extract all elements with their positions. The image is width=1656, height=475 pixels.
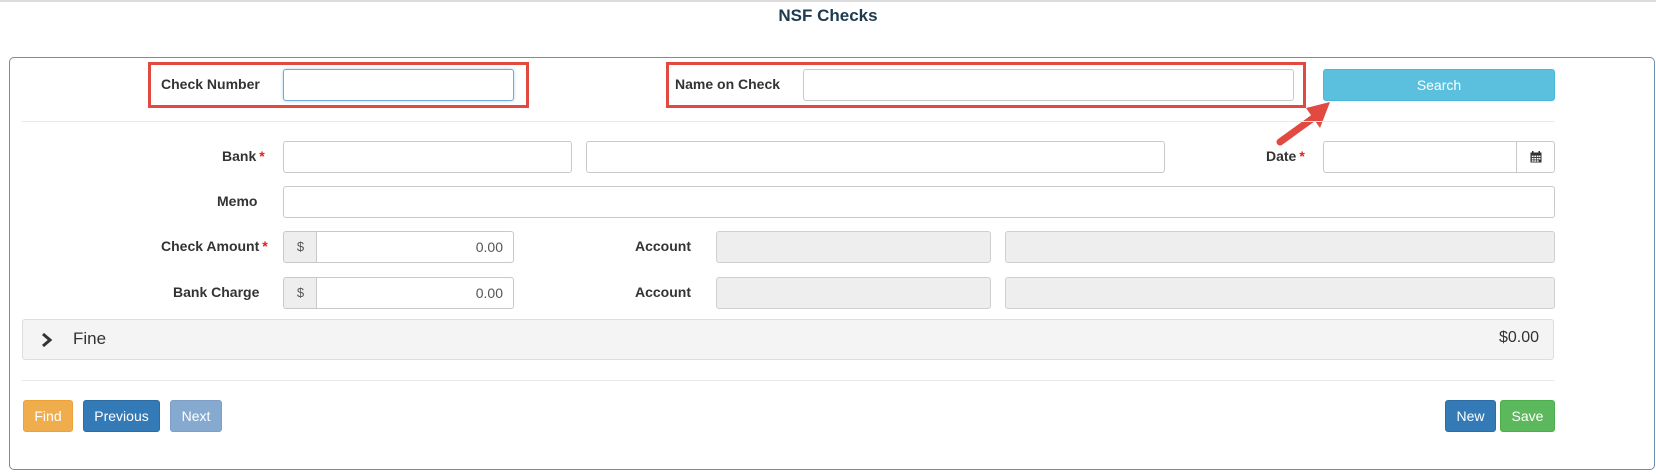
charge-account-label: Account (635, 284, 691, 300)
find-button[interactable]: Find (23, 400, 73, 432)
top-border (0, 0, 1656, 2)
currency-addon: $ (283, 231, 317, 263)
charge-account-name-field (1005, 277, 1555, 309)
search-button[interactable]: Search (1323, 69, 1555, 101)
name-on-check-label: Name on Check (675, 76, 781, 92)
bank-charge-label: Bank Charge (173, 284, 260, 300)
chevron-right-icon (42, 332, 53, 348)
date-input[interactable] (1323, 141, 1517, 173)
check-account-code-field (716, 231, 991, 263)
required-marker: * (262, 238, 268, 254)
next-button[interactable]: Next (170, 400, 222, 432)
name-on-check-input[interactable] (803, 69, 1294, 101)
check-account-name-field (1005, 231, 1555, 263)
fine-amount: $0.00 (1498, 329, 1539, 346)
check-number-input[interactable] (283, 69, 514, 101)
check-amount-label: Check Amount * (161, 238, 268, 254)
save-button[interactable]: Save (1500, 400, 1555, 432)
new-button[interactable]: New (1445, 400, 1496, 432)
check-account-label: Account (635, 238, 691, 254)
memo-label: Memo (217, 193, 258, 209)
nsf-form-panel (9, 57, 1655, 470)
calendar-button[interactable] (1516, 141, 1555, 173)
search-divider (22, 121, 1554, 122)
check-amount-input[interactable] (316, 231, 514, 263)
previous-button[interactable]: Previous (83, 400, 160, 432)
page-title: NSF Checks (778, 6, 878, 25)
bank-charge-input[interactable] (316, 277, 514, 309)
bank-label: Bank * (222, 148, 265, 164)
required-marker: * (1299, 148, 1305, 164)
bank-name-input[interactable] (586, 141, 1165, 173)
memo-input[interactable] (283, 186, 1555, 218)
fine-label: Fine (73, 329, 107, 348)
currency-addon: $ (283, 277, 317, 309)
check-number-label: Check Number (161, 76, 260, 92)
calendar-icon (1530, 151, 1541, 163)
bank-code-input[interactable] (283, 141, 572, 173)
date-label: Date * (1266, 148, 1305, 164)
footer-divider (22, 380, 1554, 381)
fine-section-toggle[interactable]: Fine $0.00 (22, 319, 1554, 360)
required-marker: * (259, 148, 265, 164)
charge-account-code-field (716, 277, 991, 309)
